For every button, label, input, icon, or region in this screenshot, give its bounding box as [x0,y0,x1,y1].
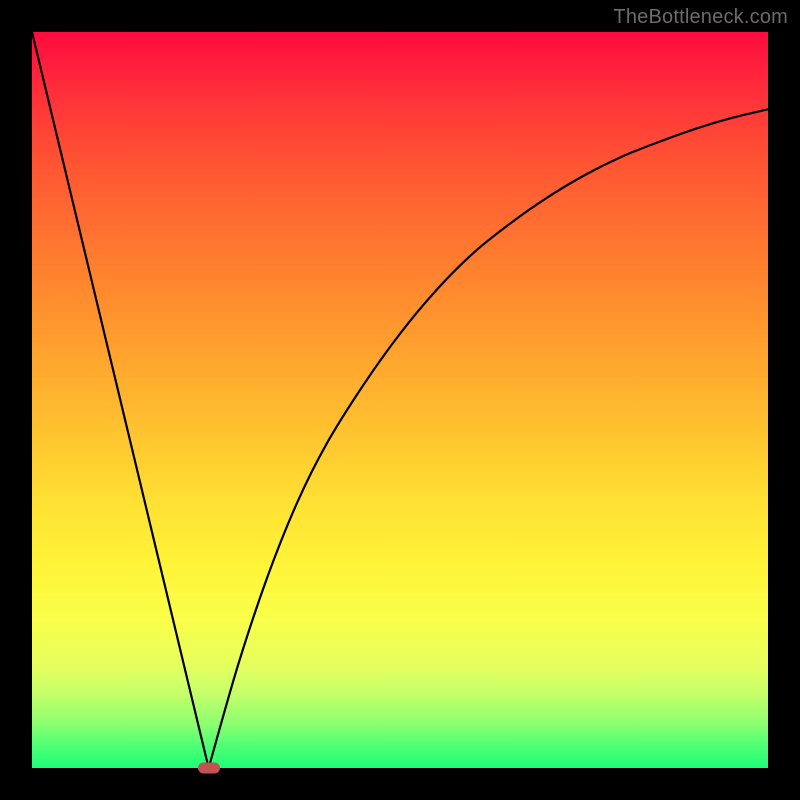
bottleneck-curve [32,32,768,768]
minimum-marker [198,763,220,774]
watermark-text: TheBottleneck.com [613,6,788,29]
plot-area [32,32,768,768]
chart-frame: TheBottleneck.com [0,0,800,800]
curve-svg [32,32,768,768]
